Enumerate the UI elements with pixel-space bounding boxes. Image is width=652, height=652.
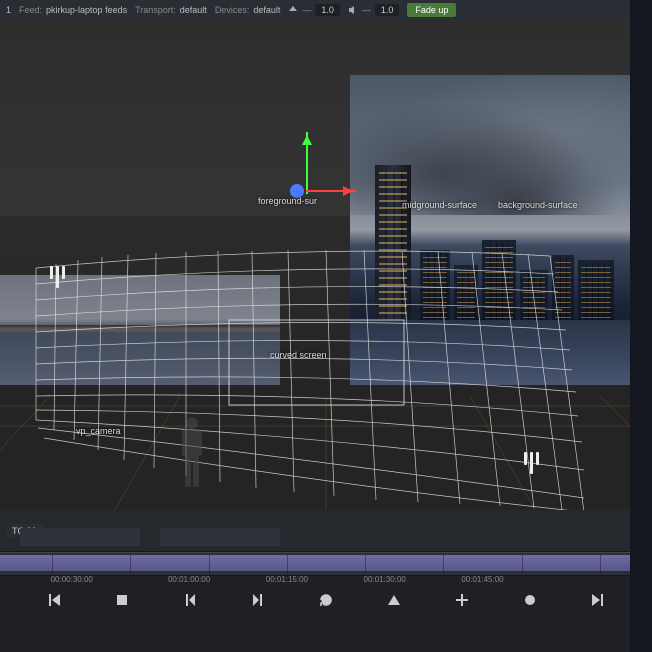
ruler-tick-label: 00:00:30:00 bbox=[51, 575, 93, 584]
screen-handle-right[interactable] bbox=[524, 452, 540, 474]
timeline-header: TC 30 bbox=[0, 510, 652, 552]
axis-y[interactable] bbox=[306, 132, 308, 194]
marker-button[interactable] bbox=[379, 585, 409, 615]
transport-group[interactable]: Transport: default bbox=[135, 5, 207, 15]
stop-button[interactable] bbox=[107, 585, 137, 615]
ruler-tick-label: 00:01:15:00 bbox=[266, 575, 308, 584]
right-gutter bbox=[630, 0, 652, 652]
human-scale-figure bbox=[176, 415, 208, 497]
devices-value: default bbox=[253, 5, 280, 15]
foreground-surface-label[interactable]: foreground-sur bbox=[258, 196, 317, 206]
record-button[interactable] bbox=[515, 585, 545, 615]
track-row[interactable] bbox=[20, 528, 140, 546]
timeline-range-bar[interactable] bbox=[0, 555, 652, 571]
fade-up-button[interactable]: Fade up bbox=[407, 3, 456, 17]
transport-label: Transport: bbox=[135, 5, 176, 15]
feed-value: pkirkup-laptop feeds bbox=[46, 5, 127, 15]
transport-controls bbox=[0, 576, 652, 624]
timeline-ruler[interactable]: 00:00:30:00 00:01:00:00 00:01:15:00 00:0… bbox=[0, 552, 652, 576]
curved-screen-label[interactable]: curved screen bbox=[270, 350, 327, 360]
go-to-end-button[interactable] bbox=[583, 585, 613, 615]
id-value: 1 bbox=[6, 5, 11, 15]
top-bar: 1 Feed: pkirkup-laptop feeds Transport: … bbox=[0, 0, 652, 20]
feed-group[interactable]: Feed: pkirkup-laptop feeds bbox=[19, 5, 127, 15]
step-back-button[interactable] bbox=[175, 585, 205, 615]
ruler-tick-label: 00:01:45:00 bbox=[461, 575, 503, 584]
ruler-tick-label: 00:01:30:00 bbox=[364, 575, 406, 584]
axis-x[interactable] bbox=[306, 190, 356, 192]
feed-label: Feed: bbox=[19, 5, 42, 15]
devices-label: Devices: bbox=[215, 5, 250, 15]
arrow-up-icon bbox=[288, 5, 298, 15]
transport-value: default bbox=[180, 5, 207, 15]
background-plate bbox=[350, 75, 650, 385]
volume-sep: — bbox=[362, 5, 371, 15]
volume-group[interactable]: — 1.0 bbox=[348, 4, 400, 16]
speaker-icon bbox=[348, 5, 358, 15]
vp-camera-label[interactable]: vp_camera bbox=[76, 426, 121, 436]
track-row[interactable] bbox=[160, 528, 280, 546]
left-plate bbox=[0, 275, 280, 385]
ruler-tick-label: 00:01:00:00 bbox=[168, 575, 210, 584]
volume-value[interactable]: 1.0 bbox=[375, 4, 400, 16]
timeline-tracks[interactable] bbox=[0, 526, 652, 550]
speed-sep: — bbox=[302, 5, 311, 15]
loop-button[interactable] bbox=[311, 585, 341, 615]
go-to-start-button[interactable] bbox=[39, 585, 69, 615]
speed-group[interactable]: — 1.0 bbox=[288, 4, 340, 16]
devices-group[interactable]: Devices: default bbox=[215, 5, 281, 15]
add-button[interactable] bbox=[447, 585, 477, 615]
midground-surface-label[interactable]: midground-surface bbox=[402, 200, 477, 210]
viewport-3d[interactable]: foreground-sur midground-surface backgro… bbox=[0, 20, 652, 510]
screen-handle-left[interactable] bbox=[50, 266, 66, 288]
step-forward-button[interactable] bbox=[243, 585, 273, 615]
id-box: 1 bbox=[6, 5, 11, 15]
timeline-panel: TC 30 00:00:30:00 00:01:00:00 00:01:15:0… bbox=[0, 510, 652, 652]
speed-value[interactable]: 1.0 bbox=[315, 4, 340, 16]
background-surface-label[interactable]: background-surface bbox=[498, 200, 578, 210]
